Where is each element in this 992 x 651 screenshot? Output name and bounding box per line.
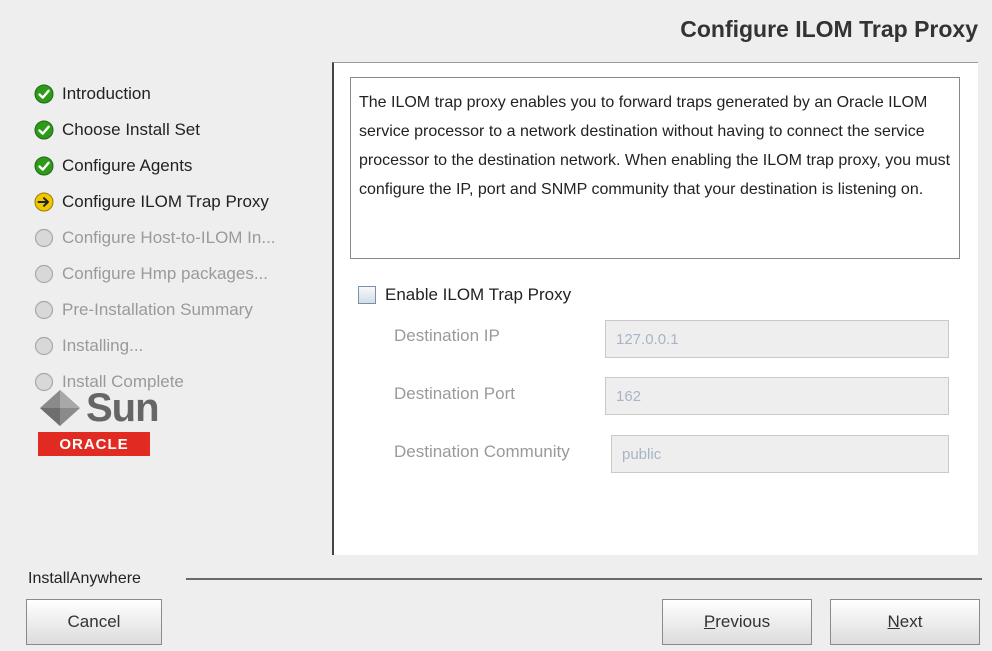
step-configure-ilom-trap-proxy: Configure ILOM Trap Proxy [34, 184, 334, 220]
step-label: Configure Agents [62, 156, 193, 175]
sun-diamond-icon [40, 390, 80, 426]
enable-trap-proxy-checkbox[interactable] [358, 286, 376, 304]
destination-port-label: Destination Port [394, 384, 515, 403]
step-label: Configure Host-to-ILOM In... [62, 228, 276, 247]
enable-trap-proxy-label[interactable]: Enable ILOM Trap Proxy [385, 285, 571, 305]
next-button[interactable]: Next [830, 599, 980, 645]
empty-circle-icon [34, 228, 54, 248]
page-title: Configure ILOM Trap Proxy [680, 16, 978, 42]
description-text: The ILOM trap proxy enables you to forwa… [350, 77, 960, 259]
vendor-logos: Sun ORACLE [38, 386, 160, 456]
cancel-button[interactable]: Cancel [26, 599, 162, 645]
empty-circle-icon [34, 264, 54, 284]
step-label: Configure Hmp packages... [62, 264, 268, 283]
footer-separator [186, 578, 982, 580]
step-choose-install-set: Choose Install Set [34, 112, 334, 148]
empty-circle-icon [34, 336, 54, 356]
step-pre-installation-summary: Pre-Installation Summary [34, 292, 334, 328]
step-configure-hmp-packages: Configure Hmp packages... [34, 256, 334, 292]
main-panel: The ILOM trap proxy enables you to forwa… [332, 62, 978, 555]
sun-logo-text: Sun [86, 386, 160, 430]
step-introduction: Introduction [34, 76, 334, 112]
checkmark-circle-icon [34, 84, 54, 104]
next-button-label: Next [887, 612, 923, 631]
previous-button[interactable]: Previous [662, 599, 812, 645]
arrow-circle-icon [34, 192, 54, 212]
step-configure-agents: Configure Agents [34, 148, 334, 184]
sun-logo: Sun [38, 386, 160, 430]
checkmark-circle-icon [34, 156, 54, 176]
installer-brand: InstallAnywhere [28, 570, 141, 587]
step-label: Choose Install Set [62, 120, 200, 139]
destination-port-input[interactable] [605, 377, 949, 415]
enable-trap-proxy-option[interactable]: Enable ILOM Trap Proxy [358, 285, 571, 305]
destination-ip-input[interactable] [605, 320, 949, 358]
step-label: Introduction [62, 84, 151, 103]
cancel-button-label: Cancel [67, 612, 121, 631]
step-label: Installing... [62, 336, 144, 355]
step-label: Pre-Installation Summary [62, 300, 253, 319]
oracle-logo: ORACLE [38, 432, 150, 456]
destination-community-input[interactable] [611, 435, 949, 473]
destination-ip-label: Destination IP [394, 326, 500, 345]
step-list: Introduction Choose Install Set Configur… [34, 76, 334, 400]
step-configure-host-to-ilom: Configure Host-to-ILOM In... [34, 220, 334, 256]
destination-community-label: Destination Community [394, 442, 570, 461]
step-installing: Installing... [34, 328, 334, 364]
empty-circle-icon [34, 300, 54, 320]
step-label: Configure ILOM Trap Proxy [62, 192, 269, 211]
previous-button-label: Previous [703, 612, 771, 631]
checkmark-circle-icon [34, 120, 54, 140]
